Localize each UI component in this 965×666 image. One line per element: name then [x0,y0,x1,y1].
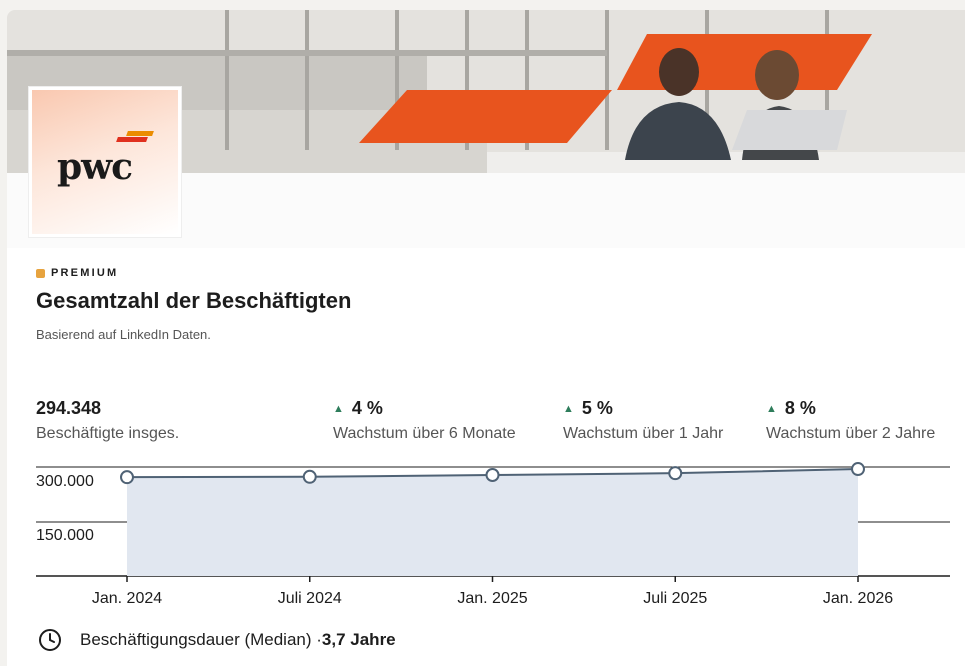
tenure-label: Beschäftigungsdauer (Median) · [80,630,322,649]
data-point[interactable] [120,470,134,485]
x-tick-label: Jan. 2026 [823,590,893,607]
tenure-value: 3,7 Jahre [321,630,396,649]
stat-number: 5 % [581,398,613,418]
data-point[interactable] [485,467,500,482]
stat-growth-6m: ▲ 4 % Wachstum über 6 Monate [333,398,516,443]
data-point[interactable] [668,466,683,481]
stat-value: ▲ 4 % [333,398,516,419]
y-tick-label: 300.000 [36,473,94,490]
x-tick-label: Juli 2024 [278,590,342,607]
premium-label: PREMIUM [51,267,119,279]
section-subtitle: Basierend auf LinkedIn Daten. [36,327,211,342]
premium-icon [36,268,45,278]
stat-growth-1y: ▲ 5 % Wachstum über 1 Jahr [563,398,723,443]
x-tick-label: Jan. 2024 [92,590,162,607]
trend-up-icon: ▲ [563,402,574,415]
stat-value: ▲ 5 % [563,398,723,419]
clock-icon [39,629,61,651]
stat-label: Wachstum über 1 Jahr [563,425,724,442]
stat-label: Beschäftigte insges. [36,425,180,442]
stat-label: Wachstum über 6 Monate [333,425,516,442]
stat-value: 294.348 [36,398,179,419]
employee-chart: 300.000 150.000 Jan. 2024 Juli 2024 Jan. 2… [36,462,950,607]
trend-up-icon: ▲ [333,402,344,415]
stat-value: ▲ 8 % [766,398,935,419]
logo-accent-red [116,137,148,142]
stat-number: 8 % [784,398,816,418]
logo-text: pwc [57,146,133,188]
y-tick-label: 150.000 [36,527,94,544]
stat-total: 294.348 Beschäftigte insges. [36,398,179,443]
x-tick-label: Jan. 2025 [457,590,527,607]
data-point[interactable] [302,469,317,484]
stat-label: Wachstum über 2 Jahre [766,425,936,442]
stat-growth-2y: ▲ 8 % Wachstum über 2 Jahre [766,398,935,443]
area-fill [127,469,858,576]
company-logo[interactable]: pwc [29,87,181,237]
trend-up-icon: ▲ [766,402,777,415]
premium-badge: PREMIUM [36,266,118,280]
logo-accent-orange [126,131,154,136]
tenure-row: Beschäftigungsdauer (Median) · 3,7 Jahre [38,628,396,652]
section-title: Gesamtzahl der Beschäftigten [36,288,352,313]
stat-number: 294.348 [36,398,102,418]
stat-number: 4 % [351,398,383,418]
data-point[interactable] [851,462,865,477]
x-tick-label: Juli 2025 [643,590,707,607]
